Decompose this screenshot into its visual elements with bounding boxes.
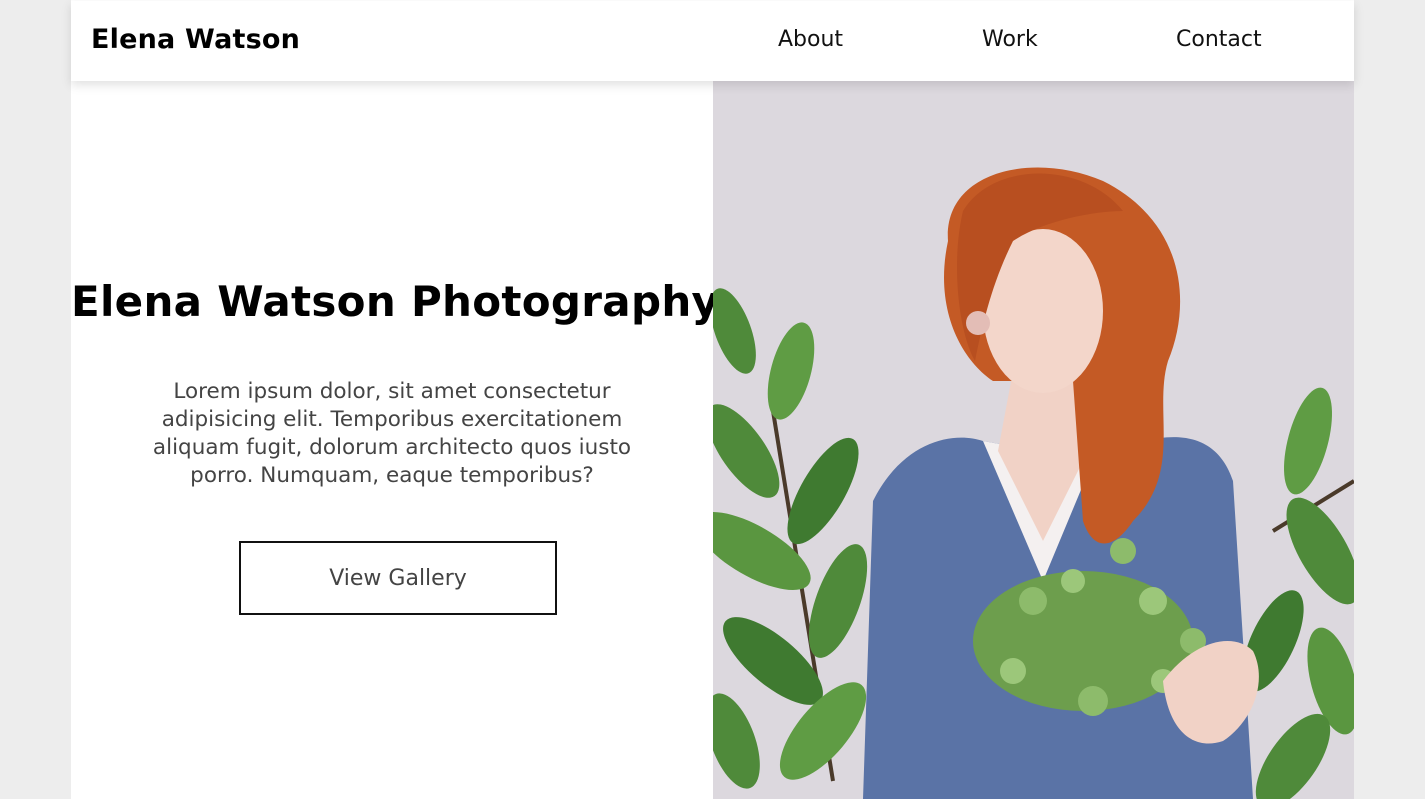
- brand-logo[interactable]: Elena Watson: [91, 24, 300, 55]
- nav-link-about[interactable]: About: [778, 27, 843, 52]
- navbar: Elena Watson About Work Contact: [71, 1, 1354, 81]
- view-gallery-button[interactable]: View Gallery: [239, 541, 557, 615]
- portrait-image: [713, 81, 1354, 799]
- nav-link-contact[interactable]: Contact: [1176, 27, 1262, 52]
- hero-description: Lorem ipsum dolor, sit amet consectetur …: [152, 379, 632, 488]
- hero-photo: [713, 81, 1354, 799]
- nav-link-work[interactable]: Work: [982, 27, 1038, 52]
- hero-title: Elena Watson Photography: [71, 277, 720, 326]
- hero-text-panel: Elena Watson Photography Lorem ipsum dol…: [71, 81, 720, 799]
